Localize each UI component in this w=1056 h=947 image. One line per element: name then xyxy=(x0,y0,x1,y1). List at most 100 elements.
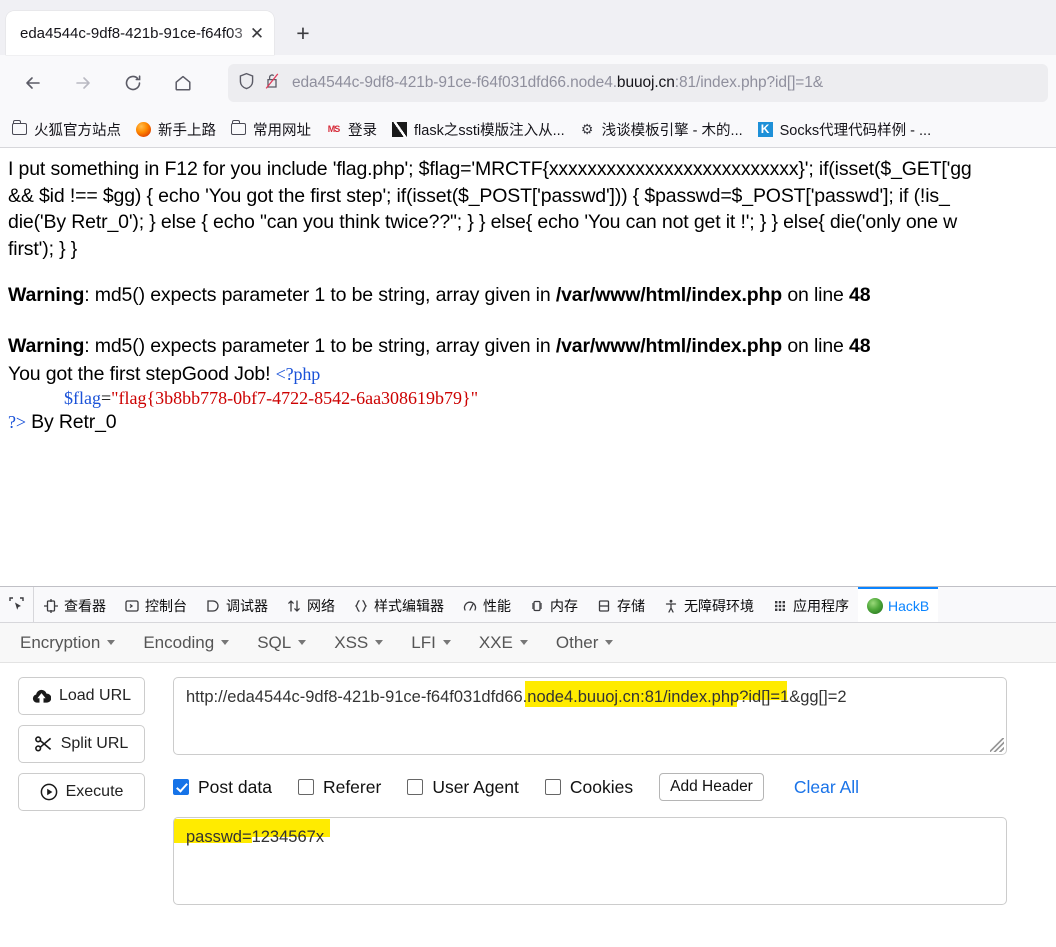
menu-sql[interactable]: SQL xyxy=(257,632,307,653)
tab-label: 应用程序 xyxy=(793,597,849,614)
bookmark-item[interactable]: K Socks代理代码样例 - ... xyxy=(750,116,938,143)
menu-label: SQL xyxy=(257,632,292,652)
chevron-down-icon xyxy=(375,640,384,645)
menu-encryption[interactable]: Encryption xyxy=(20,632,116,653)
post-data-value: passwd=1234567x xyxy=(186,828,325,846)
flag-output-block: You got the first stepGood Job! <?php xyxy=(8,361,1056,388)
button-label: Load URL xyxy=(58,687,132,704)
menu-xss[interactable]: XSS xyxy=(334,632,384,653)
menu-lfi[interactable]: LFI xyxy=(411,633,451,653)
reload-icon[interactable] xyxy=(114,64,152,102)
tab-network[interactable]: 网络 xyxy=(277,587,344,622)
memory-icon xyxy=(529,598,545,614)
bookmark-item[interactable]: flask之ssti模版注入从... xyxy=(384,116,572,143)
style-editor-icon xyxy=(353,598,369,614)
execute-button[interactable]: Execute xyxy=(18,773,145,811)
bookmark-label: 登录 xyxy=(348,122,377,139)
forward-button[interactable] xyxy=(64,64,102,102)
tab-performance[interactable]: 性能 xyxy=(453,587,520,622)
php-close-tag: ?> xyxy=(8,411,26,432)
bookmark-item[interactable]: ⚙ 浅谈模板引擎 - 木的... xyxy=(572,116,750,143)
clear-all-link[interactable]: Clear All xyxy=(794,777,859,798)
source-line: first'); } } xyxy=(8,237,78,260)
source-line: && $id !== $gg) { echo 'You got the firs… xyxy=(8,184,950,207)
new-tab-button[interactable]: + xyxy=(286,16,320,50)
button-label: Execute xyxy=(65,783,124,800)
resize-handle[interactable] xyxy=(990,738,1004,752)
tab-label: 调试器 xyxy=(226,597,268,614)
checkbox-post-data[interactable] xyxy=(173,779,189,795)
warning-file-path: /var/www/html/index.php xyxy=(555,334,783,357)
hackbar-body: Load URL Split URL Execute http://eda454… xyxy=(0,663,1056,905)
tab-label: 存储 xyxy=(617,597,645,614)
warning-message: : md5() expects parameter 1 to be string… xyxy=(84,334,556,357)
warning-label: Warning xyxy=(8,334,85,357)
tab-inspector[interactable]: 查看器 xyxy=(34,587,115,622)
bookmark-item[interactable]: 常用网址 xyxy=(223,116,318,143)
warning-line-text: on line xyxy=(782,334,850,357)
chevron-down-icon xyxy=(221,640,230,645)
tab-style-editor[interactable]: 样式编辑器 xyxy=(344,587,453,622)
hackbar-action-buttons: Load URL Split URL Execute xyxy=(18,677,173,905)
button-label: Split URL xyxy=(60,735,129,752)
browser-tab[interactable]: eda4544c-9df8-421b-91ce-f64f03 ✕ xyxy=(6,11,274,55)
option-referer[interactable]: Referer xyxy=(297,776,382,798)
slash-icon xyxy=(391,121,408,138)
back-button[interactable] xyxy=(14,64,52,102)
bookmark-label: flask之ssti模版注入从... xyxy=(414,122,565,139)
accessibility-icon xyxy=(663,598,679,614)
option-label: Referer xyxy=(322,776,382,797)
option-label: Post data xyxy=(198,776,272,797)
broken-lock-icon[interactable] xyxy=(264,72,280,95)
got-first-step-text: You got the first stepGood Job! xyxy=(8,363,276,386)
bookmark-item[interactable]: 火狐官方站点 xyxy=(4,116,128,143)
tab-application[interactable]: 应用程序 xyxy=(763,587,858,622)
php-close-line: ?> By Retr_0 xyxy=(8,411,1056,434)
browser-window: eda4544c-9df8-421b-91ce-f64f03 ✕ + eda45… xyxy=(0,0,1056,148)
load-url-button[interactable]: Load URL xyxy=(18,677,145,715)
option-user-agent[interactable]: User Agent xyxy=(407,777,519,798)
url-text: eda4544c-9df8-421b-91ce-f64f031dfd66.nod… xyxy=(292,74,824,91)
menu-encoding[interactable]: Encoding xyxy=(143,633,230,653)
tab-storage[interactable]: 存储 xyxy=(587,587,654,622)
menu-label: Encryption xyxy=(20,632,101,652)
post-data-input[interactable]: passwd=1234567x xyxy=(173,817,1007,905)
q-icon: ⚙ xyxy=(580,120,594,137)
menu-xxe[interactable]: XXE xyxy=(479,633,528,653)
bookmark-item[interactable]: 新手上路 xyxy=(128,116,223,143)
element-picker-icon[interactable] xyxy=(0,587,34,622)
warning-line-number: 48 xyxy=(849,284,871,307)
console-icon xyxy=(124,598,140,614)
tab-memory[interactable]: 内存 xyxy=(520,587,587,622)
warning-file-path: /var/www/html/index.php xyxy=(555,284,783,307)
chevron-down-icon xyxy=(605,640,614,645)
tab-label: HackB xyxy=(888,597,930,614)
option-post-data[interactable]: Post data xyxy=(173,777,272,798)
checkbox-user-agent[interactable] xyxy=(407,779,424,795)
split-url-button[interactable]: Split URL xyxy=(18,725,145,763)
cloud-download-icon xyxy=(32,689,51,704)
tab-console[interactable]: 控制台 xyxy=(115,587,196,622)
bookmark-item[interactable]: MS 登录 xyxy=(318,116,384,143)
inspector-icon xyxy=(43,598,59,614)
menu-other[interactable]: Other xyxy=(556,633,614,653)
close-icon[interactable]: ✕ xyxy=(246,22,268,44)
url-bar[interactable]: eda4544c-9df8-421b-91ce-f64f031dfd66.nod… xyxy=(228,64,1048,102)
tab-accessibility[interactable]: 无障碍环境 xyxy=(654,587,763,622)
option-cookies[interactable]: Cookies xyxy=(544,777,633,798)
tab-hackbar[interactable]: HackB xyxy=(858,587,939,622)
author-credit: By Retr_0 xyxy=(25,410,117,433)
checkbox-referer[interactable] xyxy=(297,779,314,795)
bookmark-label: 浅谈模板引擎 - 木的... xyxy=(601,122,743,139)
hackbar-panel: Encryption Encoding SQL XSS LFI XXE Othe… xyxy=(0,623,1056,947)
network-icon xyxy=(286,598,302,614)
chevron-down-icon xyxy=(107,640,116,645)
url-input[interactable]: http://eda4544c-9df8-421b-91ce-f64f031df… xyxy=(173,677,1007,755)
checkbox-cookies[interactable] xyxy=(544,779,561,795)
menu-label: XSS xyxy=(334,632,369,652)
flag-value: "flag{3b8bb778-0bf7-4722-8542-6aa308619b… xyxy=(111,387,479,408)
storage-icon xyxy=(596,598,612,614)
add-header-button[interactable]: Add Header xyxy=(659,773,764,801)
home-icon[interactable] xyxy=(164,64,202,102)
tab-debugger[interactable]: 调试器 xyxy=(196,587,277,622)
